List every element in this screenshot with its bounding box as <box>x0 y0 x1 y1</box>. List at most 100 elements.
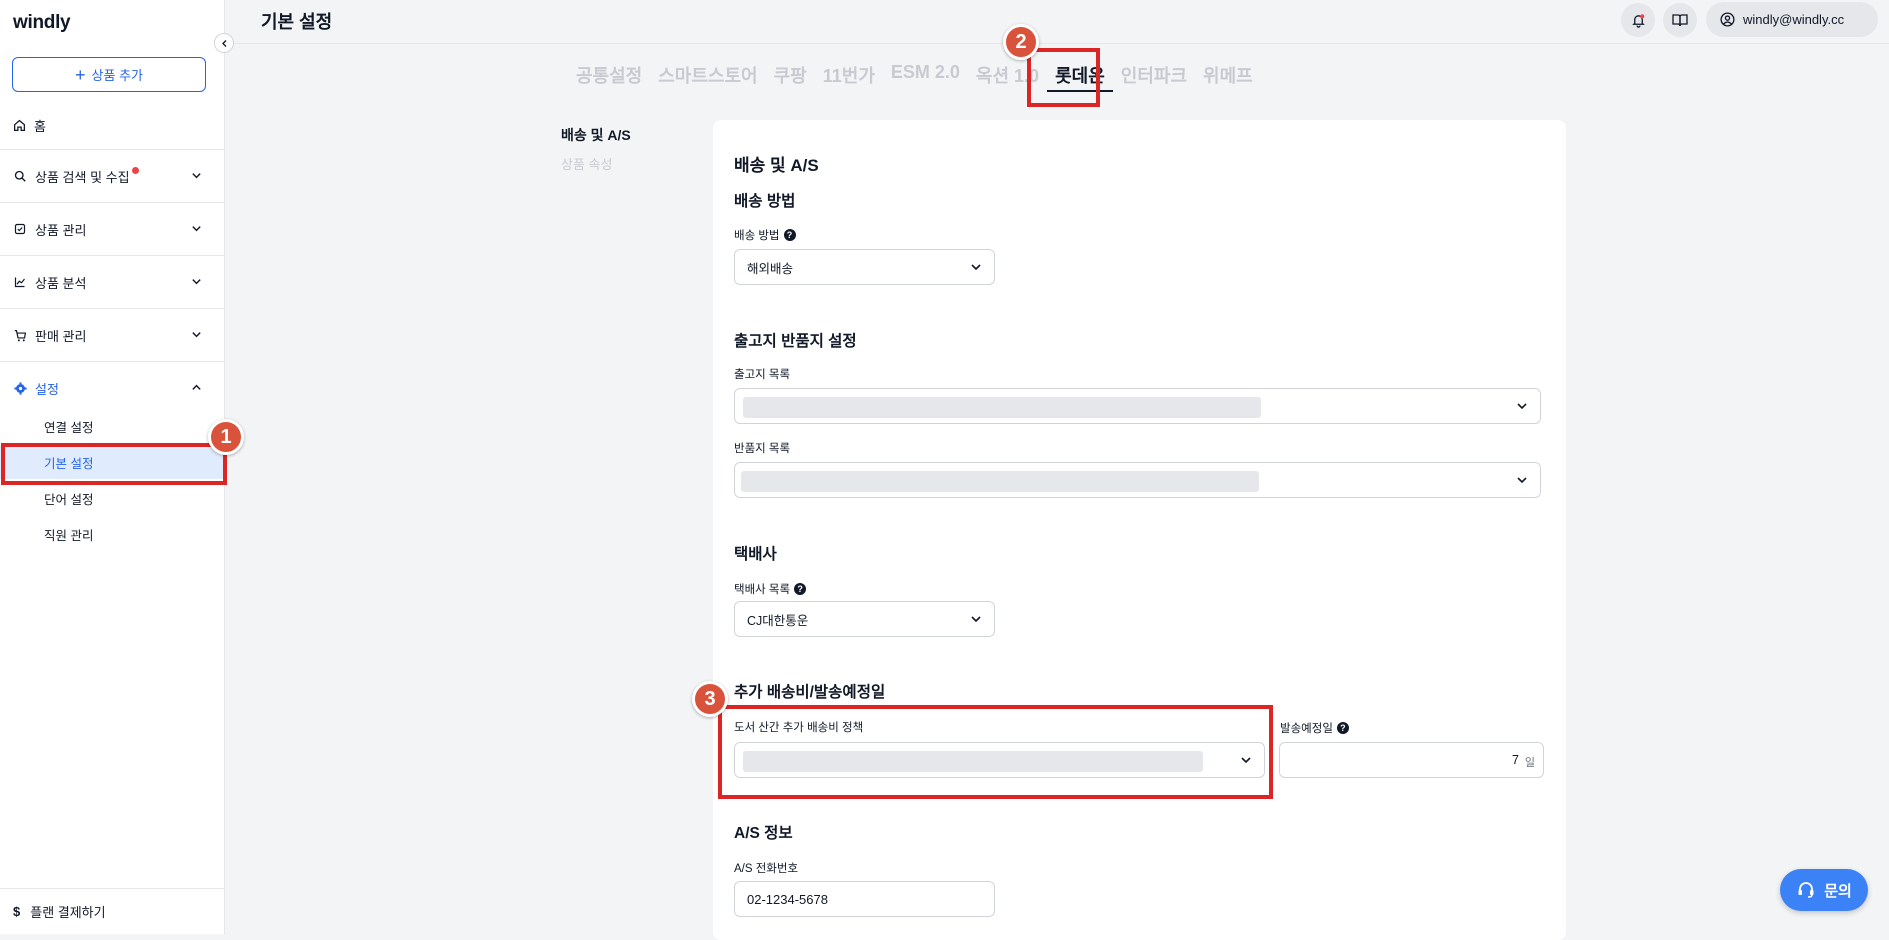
tab-11st[interactable]: 11번가 <box>815 62 883 92</box>
tab-common[interactable]: 공통설정 <box>568 62 650 92</box>
extra-fee-heading: 추가 배송비/발송예정일 <box>734 684 886 701</box>
as-phone-input[interactable]: 02-1234-5678 <box>734 881 995 917</box>
top-bar: 기본 설정 windly@windly.cc <box>225 0 1889 44</box>
section-nav-attributes[interactable]: 상품 속성 <box>561 154 612 173</box>
chevron-down-icon <box>971 264 981 271</box>
label-text: 반품지 목록 <box>734 443 791 455</box>
chevron-down-icon <box>192 226 201 232</box>
search-icon <box>13 169 27 183</box>
home-icon <box>13 119 26 132</box>
chevron-down-icon <box>1517 477 1527 484</box>
sidebar-item-sales-management[interactable]: 판매 관리 <box>0 308 224 361</box>
sidebar-item-product-management[interactable]: 상품 관리 <box>0 202 224 255</box>
chevron-down-icon <box>192 332 201 338</box>
page-title: 기본 설정 <box>261 12 333 32</box>
marketplace-tabs: 공통설정 스마트스토어 쿠팡 11번가 ESM 2.0 옥션 1.0 롯데온 인… <box>568 62 1261 92</box>
as-info-heading: A/S 정보 <box>734 825 793 842</box>
sidebar-item-label: 설정 <box>35 381 59 397</box>
clipboard-check-icon <box>13 222 27 236</box>
help-icon[interactable]: ? <box>794 583 807 595</box>
shipping-method-select[interactable]: 해외배송 <box>734 249 995 285</box>
outbound-label: 출고지 목록 <box>734 366 790 382</box>
headset-icon <box>1798 882 1814 898</box>
input-value: 7 <box>1512 753 1519 767</box>
chevron-left-icon <box>221 39 226 47</box>
label-text: 발송예정일 <box>1280 723 1333 735</box>
section-heading: 배송 및 A/S <box>734 156 819 175</box>
sidebar-item-label: 상품 관리 <box>35 222 87 238</box>
chevron-down-icon <box>1517 403 1527 410</box>
settings-card <box>713 120 1566 940</box>
add-product-button[interactable]: + 상품 추가 <box>12 57 206 92</box>
dollar-icon: $ <box>13 904 21 919</box>
sidebar-item-label: 상품 분석 <box>35 275 87 291</box>
return-label: 반품지 목록 <box>734 440 790 456</box>
sidebar-item-label: 홈 <box>34 119 46 134</box>
user-email: windly@windly.cc <box>1743 12 1845 27</box>
windly-logo[interactable]: windly <box>13 12 71 34</box>
redacted-value <box>743 397 1261 418</box>
add-product-label: 상품 추가 <box>91 68 143 83</box>
courier-heading: 택배사 <box>734 546 777 563</box>
label-text: 배송 방법 <box>734 230 780 242</box>
plan-payment-button[interactable]: $ 플랜 결제하기 <box>0 888 224 934</box>
sidebar-subitem-staff-management[interactable]: 직원 관리 <box>0 517 224 551</box>
notification-button[interactable] <box>1621 3 1655 37</box>
shipping-method-label: 배송 방법 ? <box>734 227 796 243</box>
chevron-down-icon <box>971 616 981 623</box>
return-select[interactable] <box>734 462 1541 498</box>
sidebar-item-product-analysis[interactable]: 상품 분석 <box>0 255 224 308</box>
outbound-select[interactable] <box>734 388 1541 424</box>
chevron-up-icon <box>192 384 201 390</box>
gear-icon <box>13 381 27 395</box>
inquiry-chat-button[interactable]: 문의 <box>1780 869 1868 911</box>
help-icon[interactable]: ? <box>783 229 796 241</box>
sidebar-item-home[interactable]: 홈 <box>13 116 46 135</box>
ship-date-label: 발송예정일 ? <box>1280 720 1349 736</box>
chevron-down-icon <box>192 173 201 179</box>
step-badge-2: 2 <box>1003 24 1039 60</box>
sidebar-item-settings[interactable]: 설정 <box>0 361 224 414</box>
sidebar-collapse-button[interactable] <box>214 33 234 53</box>
sidebar-item-product-search[interactable]: 상품 검색 및 수집 <box>0 149 224 202</box>
bell-icon <box>1631 13 1645 28</box>
sidebar-item-label: 판매 관리 <box>35 328 87 344</box>
step-badge-1: 1 <box>208 419 244 455</box>
redacted-value <box>741 471 1259 492</box>
highlight-box-3 <box>718 705 1273 799</box>
ship-date-input[interactable]: 7 일 <box>1279 742 1544 778</box>
notification-dot <box>131 166 139 174</box>
plus-icon: + <box>75 64 86 85</box>
label-text: 택배사 목록 <box>734 584 791 596</box>
step-badge-3: 3 <box>692 681 728 717</box>
input-unit: 일 <box>1524 757 1535 769</box>
book-open-icon <box>1672 14 1688 27</box>
sidebar-subitem-word-settings[interactable]: 단어 설정 <box>0 481 224 515</box>
as-phone-label: A/S 전화번호 <box>734 860 798 876</box>
user-circle-icon <box>1720 12 1735 27</box>
select-value: CJ대한통운 <box>747 613 809 628</box>
courier-select[interactable]: CJ대한통운 <box>734 601 995 637</box>
select-value: 해외배송 <box>747 261 794 276</box>
section-nav-shipping[interactable]: 배송 및 A/S <box>561 125 631 145</box>
shipping-method-heading: 배송 방법 <box>734 193 796 210</box>
sidebar-subitem-connection-settings[interactable]: 연결 설정 <box>0 409 224 443</box>
cart-icon <box>13 328 27 342</box>
label-text: 출고지 목록 <box>734 369 791 381</box>
highlight-box-2 <box>1027 48 1100 107</box>
user-account-button[interactable]: windly@windly.cc <box>1706 2 1878 37</box>
chat-label: 문의 <box>1824 882 1852 900</box>
line-chart-icon <box>13 275 27 289</box>
guide-button[interactable] <box>1663 3 1697 37</box>
tab-esm[interactable]: ESM 2.0 <box>883 62 968 92</box>
tab-interpark[interactable]: 인터파크 <box>1113 62 1195 92</box>
tab-smartstore[interactable]: 스마트스토어 <box>650 62 765 92</box>
input-value: 02-1234-5678 <box>747 891 828 907</box>
sidebar-item-label: 상품 검색 및 수집 <box>35 169 130 185</box>
tab-wemakeprice[interactable]: 위메프 <box>1195 62 1261 92</box>
warehouse-heading: 출고지 반품지 설정 <box>734 333 857 350</box>
tab-coupang[interactable]: 쿠팡 <box>766 62 815 92</box>
plan-payment-label: 플랜 결제하기 <box>30 905 106 920</box>
highlight-box-1 <box>1 443 227 485</box>
help-icon[interactable]: ? <box>1336 722 1349 734</box>
